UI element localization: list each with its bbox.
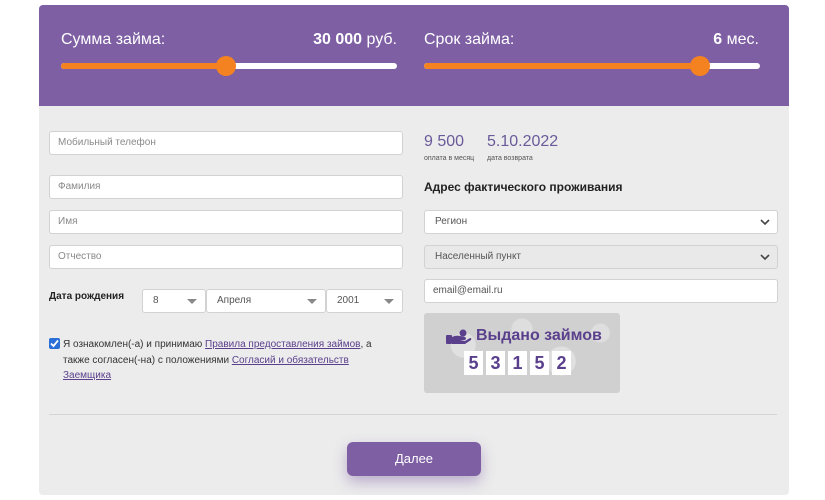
address-title: Адрес фактического проживания <box>424 180 623 194</box>
counter-digit: 5 <box>464 351 483 375</box>
term-slider-fill <box>424 63 700 69</box>
city-select[interactable]: Населенный пункт <box>424 245 778 269</box>
agreement-checkbox[interactable] <box>49 338 60 349</box>
lastname-input[interactable]: Фамилия <box>49 175 403 199</box>
email-input[interactable]: email@email.ru <box>424 279 778 303</box>
amount-slider[interactable] <box>61 56 397 76</box>
amount-slider-block: Сумма займа: 30 000 руб. <box>39 5 414 106</box>
next-button[interactable]: Далее <box>347 442 481 476</box>
firstname-input[interactable]: Имя <box>49 210 403 234</box>
caret-down-icon <box>307 299 317 304</box>
chevron-down-icon <box>760 254 770 261</box>
dob-month-select[interactable]: Апреля <box>206 289 326 313</box>
term-label: Срок займа: <box>424 31 515 48</box>
phone-input[interactable]: Мобильный телефон <box>49 131 403 155</box>
counter-digit: 3 <box>486 351 505 375</box>
dob-label: Дата рождения <box>49 291 125 302</box>
counter-title: Выдано займов <box>476 327 602 344</box>
patronymic-input[interactable]: Отчество <box>49 245 403 269</box>
region-select[interactable]: Регион <box>424 210 778 234</box>
loan-rules-link[interactable]: Правила предоставления займов <box>205 339 360 350</box>
counter-digit: 5 <box>530 351 549 375</box>
term-slider[interactable] <box>424 56 760 76</box>
counter-digits: 5 3 1 5 2 <box>464 351 571 375</box>
dob-month-value: Апреля <box>217 295 252 306</box>
amount-label: Сумма займа: <box>61 31 166 48</box>
agreement-text: Я ознакомлен(-а) и принимаю Правила пред… <box>63 339 372 381</box>
monthly-payment-value: 9 500 <box>424 133 465 150</box>
amount-slider-thumb[interactable] <box>215 56 236 76</box>
checkmark-icon <box>50 339 59 348</box>
counter-digit: 1 <box>508 351 527 375</box>
hand-money-icon <box>446 329 472 344</box>
return-date-value: 5.10.2022 <box>487 133 559 150</box>
city-value: Населенный пункт <box>435 251 522 262</box>
loan-form-card: Сумма займа: 30 000 руб. Срок займа: 6 м… <box>39 5 789 495</box>
counter-digit: 2 <box>552 351 571 375</box>
monthly-payment-caption: оплата в месяц <box>424 155 475 162</box>
term-slider-block: Срок займа: 6 мес. <box>414 5 789 106</box>
loan-parameters-header: Сумма займа: 30 000 руб. Срок займа: 6 м… <box>39 5 789 106</box>
term-value: 6 мес. <box>713 31 759 48</box>
agreement-block: Я ознакомлен(-а) и принимаю Правила пред… <box>49 337 394 384</box>
dob-day-select[interactable]: 8 <box>142 289 206 313</box>
dob-year-select[interactable]: 2001 <box>326 289 403 313</box>
amount-slider-fill <box>61 63 226 69</box>
region-value: Регион <box>435 216 468 227</box>
caret-down-icon <box>187 299 197 304</box>
chevron-down-icon <box>760 219 770 226</box>
loans-issued-counter: Выдано займов 5 3 1 5 2 <box>424 313 620 393</box>
dob-day-value: 8 <box>153 295 159 306</box>
amount-value: 30 000 руб. <box>313 31 397 48</box>
divider <box>49 414 777 415</box>
term-slider-thumb[interactable] <box>689 56 710 76</box>
return-date-caption: дата возврата <box>487 155 533 162</box>
dob-year-value: 2001 <box>337 295 360 306</box>
caret-down-icon <box>384 299 394 304</box>
